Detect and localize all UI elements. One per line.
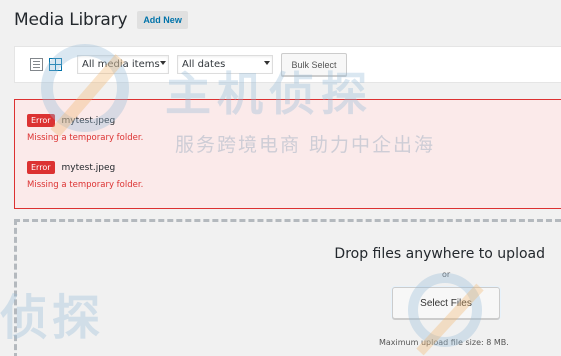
date-filter[interactable]: All dates (177, 55, 273, 74)
error-message: Missing a temporary folder. (27, 180, 144, 190)
upload-errors-panel: Error mytest.jpeg Missing a temporary fo… (14, 99, 561, 209)
date-filter-value: All dates (182, 59, 226, 70)
max-upload-size-text: Maximum upload file size: 8 MB. (379, 338, 509, 347)
media-type-filter[interactable]: All media items (77, 55, 169, 74)
grid-view-icon[interactable] (48, 58, 62, 72)
or-text: or (442, 270, 451, 279)
list-view-icon[interactable] (29, 58, 43, 72)
media-toolbar: All media items All dates Bulk Select (14, 46, 561, 83)
page-header: Media Library Add New (14, 10, 188, 30)
add-new-button[interactable]: Add New (137, 11, 188, 29)
upload-drop-zone[interactable]: Drop files anywhere to upload or Select … (14, 219, 561, 356)
chevron-down-icon (264, 61, 270, 65)
upload-error-item: Error mytest.jpeg Missing a temporary fo… (27, 161, 143, 190)
chevron-down-icon (160, 61, 166, 65)
upload-error-item: Error mytest.jpeg Missing a temporary fo… (27, 114, 143, 143)
select-files-button[interactable]: Select Files (392, 287, 500, 319)
media-type-filter-value: All media items (82, 59, 160, 70)
error-filename: mytest.jpeg (61, 115, 116, 126)
error-badge: Error (27, 161, 55, 174)
error-filename: mytest.jpeg (61, 162, 116, 173)
page-title: Media Library (14, 10, 128, 30)
bulk-select-button[interactable]: Bulk Select (281, 53, 347, 76)
drop-files-text: Drop files anywhere to upload (334, 246, 545, 262)
error-badge: Error (27, 114, 55, 127)
error-message: Missing a temporary folder. (27, 133, 144, 143)
